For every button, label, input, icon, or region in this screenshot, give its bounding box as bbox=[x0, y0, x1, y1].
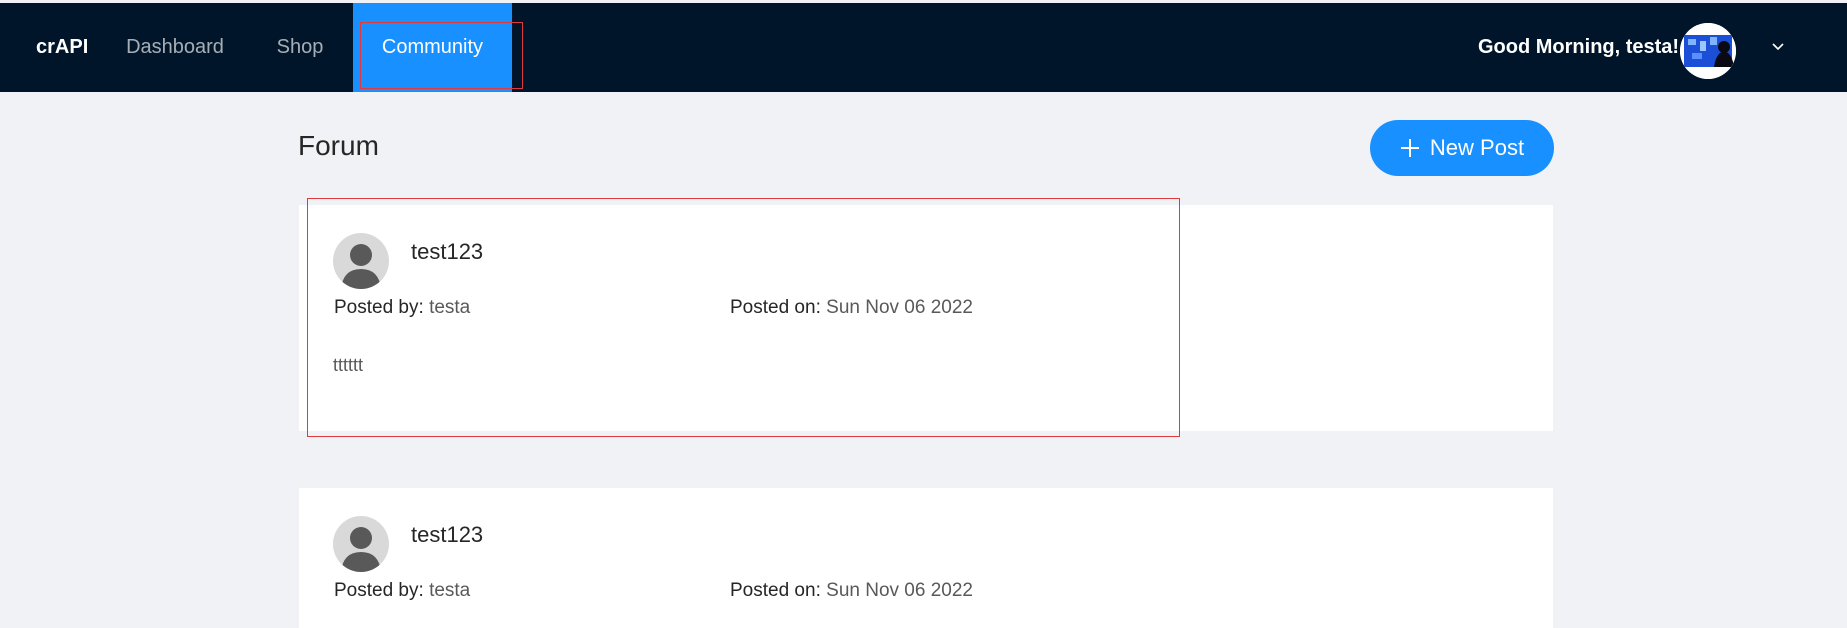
posted-on-value: Sun Nov 06 2022 bbox=[826, 297, 973, 318]
posted-by: Posted by: testa bbox=[334, 297, 471, 318]
user-avatar[interactable] bbox=[1680, 23, 1736, 79]
posted-by-label: Posted by bbox=[334, 580, 419, 601]
post-card[interactable]: test123 Posted by: testa Posted on: Sun … bbox=[299, 205, 1553, 431]
new-post-button[interactable]: New Post bbox=[1370, 120, 1554, 176]
brand-logo[interactable]: crAPI bbox=[36, 3, 88, 92]
top-navbar: crAPI Dashboard Shop Community Good Morn… bbox=[0, 3, 1847, 92]
user-greeting: Good Morning, testa! bbox=[1478, 36, 1680, 58]
author-avatar-icon bbox=[333, 516, 389, 572]
posted-by-value: testa bbox=[429, 580, 471, 601]
nav-shop[interactable]: Shop bbox=[246, 3, 354, 92]
author-avatar-icon bbox=[333, 233, 389, 289]
posted-on-value: Sun Nov 06 2022 bbox=[826, 580, 973, 601]
new-post-label: New Post bbox=[1429, 135, 1525, 160]
posted-by-value: testa bbox=[429, 297, 471, 318]
post-content: tttttt bbox=[333, 355, 364, 375]
post-card[interactable]: test123 Posted by: testa Posted on: Sun … bbox=[299, 488, 1553, 628]
posted-on-label: Posted on bbox=[730, 580, 816, 601]
plus-icon bbox=[1400, 139, 1419, 157]
post-title[interactable]: test123 bbox=[411, 239, 483, 265]
posted-by: Posted by: testa bbox=[334, 580, 471, 601]
posted-by-label: Posted by bbox=[334, 297, 419, 318]
posted-on: Posted on: Sun Nov 06 2022 bbox=[730, 580, 973, 601]
chevron-down-icon[interactable] bbox=[1772, 41, 1784, 53]
page-title: Forum bbox=[298, 130, 379, 161]
nav-dashboard[interactable]: Dashboard bbox=[104, 3, 246, 92]
posted-on-label: Posted on bbox=[730, 297, 816, 318]
post-title[interactable]: test123 bbox=[411, 522, 483, 548]
posted-on: Posted on: Sun Nov 06 2022 bbox=[730, 297, 973, 318]
nav-community[interactable]: Community bbox=[353, 3, 512, 92]
